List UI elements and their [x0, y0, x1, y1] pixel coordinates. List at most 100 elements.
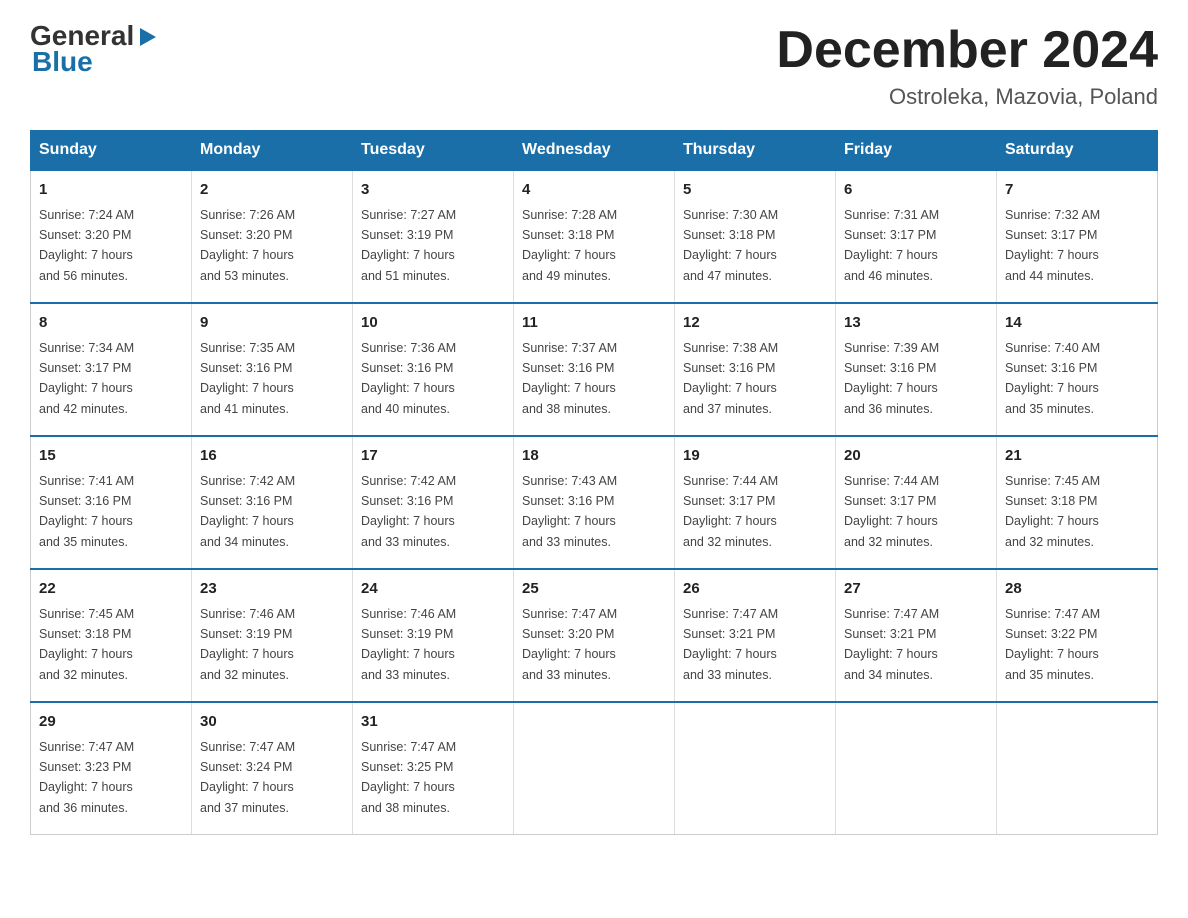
day-info: Sunrise: 7:35 AMSunset: 3:16 PMDaylight:…: [200, 341, 295, 416]
table-row: 14Sunrise: 7:40 AMSunset: 3:16 PMDayligh…: [997, 303, 1158, 436]
day-number: 19: [683, 445, 827, 468]
day-info: Sunrise: 7:39 AMSunset: 3:16 PMDaylight:…: [844, 341, 939, 416]
day-number: 8: [39, 312, 183, 335]
table-row: 13 Sunrise: 7:39 AMSunset: 3:16 PMDayligh…: [836, 303, 997, 436]
table-row: 2 Sunrise: 7:26 AMSunset: 3:20 PMDaylight…: [192, 170, 353, 303]
table-row: [836, 702, 997, 835]
day-number: 4: [522, 179, 666, 202]
table-row: 29 Sunrise: 7:47 AMSunset: 3:23 PMDayligh…: [31, 702, 192, 835]
table-row: 6 Sunrise: 7:31 AMSunset: 3:17 PMDaylight…: [836, 170, 997, 303]
table-row: 28 Sunrise: 7:47 AMSunset: 3:22 PMDayligh…: [997, 569, 1158, 702]
table-row: [997, 702, 1158, 835]
day-info: Sunrise: 7:30 AMSunset: 3:18 PMDaylight:…: [683, 208, 778, 283]
day-info: Sunrise: 7:44 AMSunset: 3:17 PMDaylight:…: [683, 474, 778, 549]
table-row: 3 Sunrise: 7:27 AMSunset: 3:19 PMDaylight…: [353, 170, 514, 303]
table-row: 16Sunrise: 7:42 AMSunset: 3:16 PMDayligh…: [192, 436, 353, 569]
day-info: Sunrise: 7:46 AMSunset: 3:19 PMDaylight:…: [200, 607, 295, 682]
day-info: Sunrise: 7:45 AMSunset: 3:18 PMDaylight:…: [1005, 474, 1100, 549]
day-info: Sunrise: 7:42 AMSunset: 3:16 PMDaylight:…: [361, 474, 456, 549]
day-number: 30: [200, 711, 344, 734]
day-number: 23: [200, 578, 344, 601]
day-info: Sunrise: 7:47 AMSunset: 3:25 PMDaylight:…: [361, 740, 456, 815]
day-info: Sunrise: 7:47 AMSunset: 3:20 PMDaylight:…: [522, 607, 617, 682]
day-info: Sunrise: 7:47 AMSunset: 3:21 PMDaylight:…: [683, 607, 778, 682]
title-block: December 2024 Ostroleka, Mazovia, Poland: [776, 20, 1158, 110]
logo-blue-text: Blue: [32, 46, 158, 78]
col-friday: Friday: [836, 131, 997, 171]
day-info: Sunrise: 7:34 AMSunset: 3:17 PMDaylight:…: [39, 341, 134, 416]
calendar-week-row: 22 Sunrise: 7:45 AMSunset: 3:18 PMDayligh…: [31, 569, 1158, 702]
page-title: December 2024: [776, 20, 1158, 80]
day-number: 10: [361, 312, 505, 335]
table-row: 24 Sunrise: 7:46 AMSunset: 3:19 PMDayligh…: [353, 569, 514, 702]
table-row: 17 Sunrise: 7:42 AMSunset: 3:16 PMDayligh…: [353, 436, 514, 569]
day-number: 13: [844, 312, 988, 335]
day-number: 18: [522, 445, 666, 468]
table-row: 4 Sunrise: 7:28 AMSunset: 3:18 PMDaylight…: [514, 170, 675, 303]
table-row: 1 Sunrise: 7:24 AMSunset: 3:20 PMDaylight…: [31, 170, 192, 303]
col-monday: Monday: [192, 131, 353, 171]
col-tuesday: Tuesday: [353, 131, 514, 171]
day-number: 12: [683, 312, 827, 335]
day-info: Sunrise: 7:41 AMSunset: 3:16 PMDaylight:…: [39, 474, 134, 549]
day-info: Sunrise: 7:37 AMSunset: 3:16 PMDaylight:…: [522, 341, 617, 416]
table-row: 21 Sunrise: 7:45 AMSunset: 3:18 PMDayligh…: [997, 436, 1158, 569]
table-row: 22 Sunrise: 7:45 AMSunset: 3:18 PMDayligh…: [31, 569, 192, 702]
table-row: 30 Sunrise: 7:47 AMSunset: 3:24 PMDayligh…: [192, 702, 353, 835]
day-info: Sunrise: 7:28 AMSunset: 3:18 PMDaylight:…: [522, 208, 617, 283]
col-saturday: Saturday: [997, 131, 1158, 171]
day-info: Sunrise: 7:47 AMSunset: 3:23 PMDaylight:…: [39, 740, 134, 815]
table-row: 23 Sunrise: 7:46 AMSunset: 3:19 PMDayligh…: [192, 569, 353, 702]
table-row: 20Sunrise: 7:44 AMSunset: 3:17 PMDayligh…: [836, 436, 997, 569]
day-info: Sunrise: 7:46 AMSunset: 3:19 PMDaylight:…: [361, 607, 456, 682]
table-row: 27 Sunrise: 7:47 AMSunset: 3:21 PMDayligh…: [836, 569, 997, 702]
calendar-week-row: 1 Sunrise: 7:24 AMSunset: 3:20 PMDaylight…: [31, 170, 1158, 303]
page-header: General Blue December 2024 Ostroleka, Ma…: [30, 20, 1158, 110]
day-number: 2: [200, 179, 344, 202]
day-number: 7: [1005, 179, 1149, 202]
calendar-week-row: 8 Sunrise: 7:34 AMSunset: 3:17 PMDaylight…: [31, 303, 1158, 436]
table-row: 8 Sunrise: 7:34 AMSunset: 3:17 PMDaylight…: [31, 303, 192, 436]
day-number: 22: [39, 578, 183, 601]
day-info: Sunrise: 7:26 AMSunset: 3:20 PMDaylight:…: [200, 208, 295, 283]
day-info: Sunrise: 7:47 AMSunset: 3:21 PMDaylight:…: [844, 607, 939, 682]
table-row: 11Sunrise: 7:37 AMSunset: 3:16 PMDayligh…: [514, 303, 675, 436]
day-number: 29: [39, 711, 183, 734]
table-row: [675, 702, 836, 835]
day-info: Sunrise: 7:32 AMSunset: 3:17 PMDaylight:…: [1005, 208, 1100, 283]
day-info: Sunrise: 7:45 AMSunset: 3:18 PMDaylight:…: [39, 607, 134, 682]
calendar-header-row: Sunday Monday Tuesday Wednesday Thursday…: [31, 131, 1158, 171]
day-info: Sunrise: 7:24 AMSunset: 3:20 PMDaylight:…: [39, 208, 134, 283]
table-row: 19 Sunrise: 7:44 AMSunset: 3:17 PMDayligh…: [675, 436, 836, 569]
day-number: 27: [844, 578, 988, 601]
day-info: Sunrise: 7:31 AMSunset: 3:17 PMDaylight:…: [844, 208, 939, 283]
day-info: Sunrise: 7:36 AMSunset: 3:16 PMDaylight:…: [361, 341, 456, 416]
day-number: 6: [844, 179, 988, 202]
table-row: 12Sunrise: 7:38 AMSunset: 3:16 PMDayligh…: [675, 303, 836, 436]
col-thursday: Thursday: [675, 131, 836, 171]
day-info: Sunrise: 7:40 AMSunset: 3:16 PMDaylight:…: [1005, 341, 1100, 416]
day-info: Sunrise: 7:27 AMSunset: 3:19 PMDaylight:…: [361, 208, 456, 283]
day-number: 21: [1005, 445, 1149, 468]
col-sunday: Sunday: [31, 131, 192, 171]
table-row: 18Sunrise: 7:43 AMSunset: 3:16 PMDayligh…: [514, 436, 675, 569]
day-number: 31: [361, 711, 505, 734]
day-number: 1: [39, 179, 183, 202]
day-info: Sunrise: 7:47 AMSunset: 3:24 PMDaylight:…: [200, 740, 295, 815]
day-info: Sunrise: 7:42 AMSunset: 3:16 PMDaylight:…: [200, 474, 295, 549]
day-number: 17: [361, 445, 505, 468]
day-number: 28: [1005, 578, 1149, 601]
table-row: 7 Sunrise: 7:32 AMSunset: 3:17 PMDaylight…: [997, 170, 1158, 303]
logo: General Blue: [30, 20, 158, 78]
day-info: Sunrise: 7:47 AMSunset: 3:22 PMDaylight:…: [1005, 607, 1100, 682]
day-info: Sunrise: 7:44 AMSunset: 3:17 PMDaylight:…: [844, 474, 939, 549]
day-number: 26: [683, 578, 827, 601]
day-number: 25: [522, 578, 666, 601]
day-number: 24: [361, 578, 505, 601]
day-number: 3: [361, 179, 505, 202]
table-row: 31 Sunrise: 7:47 AMSunset: 3:25 PMDayligh…: [353, 702, 514, 835]
table-row: 5Sunrise: 7:30 AMSunset: 3:18 PMDaylight…: [675, 170, 836, 303]
calendar-week-row: 29 Sunrise: 7:47 AMSunset: 3:23 PMDayligh…: [31, 702, 1158, 835]
table-row: 10 Sunrise: 7:36 AMSunset: 3:16 PMDayligh…: [353, 303, 514, 436]
calendar-table: Sunday Monday Tuesday Wednesday Thursday…: [30, 130, 1158, 835]
